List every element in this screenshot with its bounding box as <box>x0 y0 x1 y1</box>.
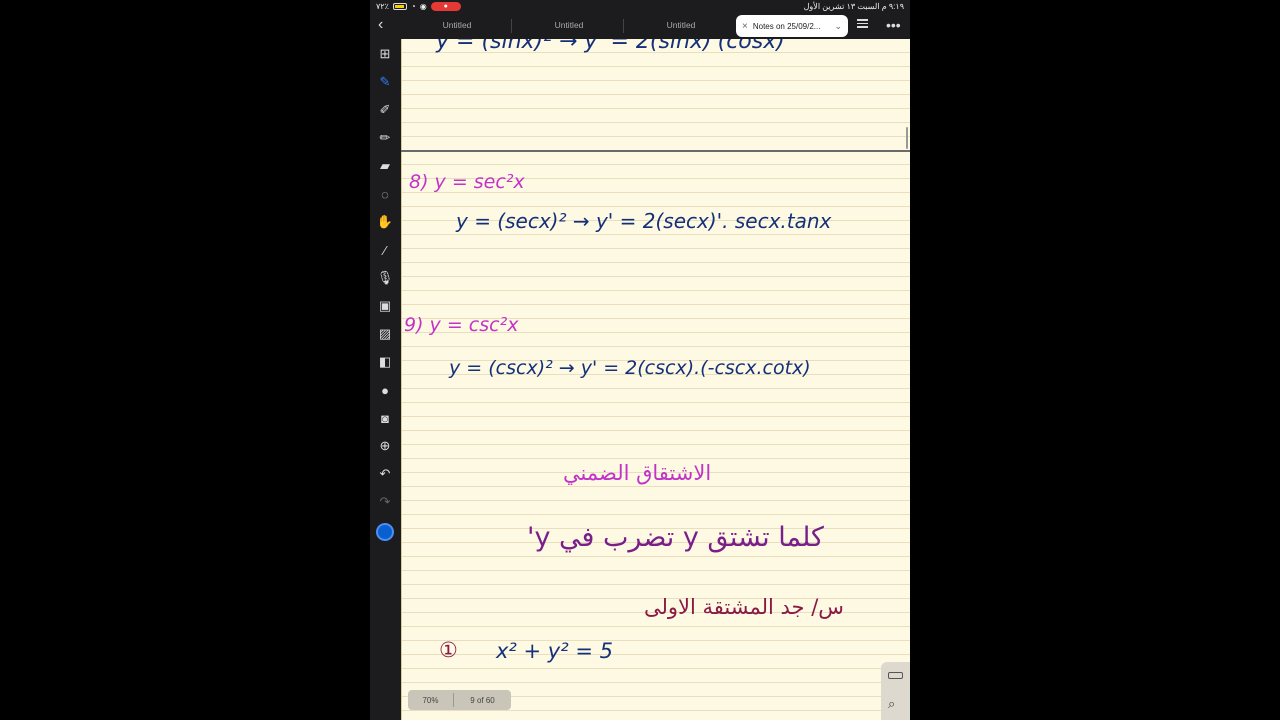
undo-icon[interactable]: ↶ <box>377 466 393 482</box>
question-text: س/ جد المشتقة الاولى <box>644 595 844 619</box>
redo-icon[interactable]: ↷ <box>377 494 393 510</box>
eraser-icon[interactable]: ▰ <box>377 158 393 174</box>
zoom-page-indicator[interactable]: 70% 9 of 60 <box>408 690 511 710</box>
page-counter: 9 of 60 <box>470 695 495 705</box>
eyedropper-icon[interactable]: ⁄ <box>377 242 393 258</box>
rule-text: كلما تشتق y تضرب في y' <box>527 522 824 553</box>
sticker-icon[interactable]: ● <box>377 382 393 398</box>
lasso-icon[interactable]: ◌ <box>377 186 393 202</box>
text-box-icon[interactable]: ▣ <box>377 298 393 314</box>
problem-8-title: 8) y = sec²x <box>409 171 525 193</box>
camera-icon[interactable]: ◙ <box>377 410 393 426</box>
pen-icon[interactable]: ✎ <box>377 74 393 90</box>
problem-9-title: 9) y = csc²x <box>404 314 519 336</box>
battery-percent: ٧٢٪ <box>376 2 389 11</box>
notes-app-window: ٧٢٪ ◔ ◉ ● ٩:١٩ م السبت ١٣ تشرين الأول ‹ … <box>370 0 910 720</box>
tab-bar: ‹ Untitled Untitled Untitled × Notes on … <box>370 13 910 39</box>
implicit-differentiation-heading: الاشتقاق الضمني <box>563 461 712 485</box>
handwriting-top-line: y = (sinx)² → y' = 2(sinx)'(cosx) <box>436 39 785 54</box>
problem-9-step: y = (cscx)² → y' = 2(cscx).(-cscx.cotx) <box>449 357 811 379</box>
wifi-icon: ◔ <box>410 2 416 11</box>
tab-untitled-3[interactable]: Untitled <box>631 20 731 30</box>
page-break <box>401 150 910 152</box>
tab-divider <box>511 19 512 33</box>
example-1-equation: x² + y² = 5 <box>496 639 613 663</box>
tool-sidebar: ⊞ ✎ ✐ ✏ ▰ ◌ ✋ ⁄ 🎙 ▣ ▨ ◧ ● ◙ ⊕ ↶ ↷ <box>370 39 401 720</box>
note-page[interactable]: y = (sinx)² → y' = 2(sinx)'(cosx) 8) y =… <box>401 39 910 720</box>
zoom-level: 70% <box>422 695 439 705</box>
scrollbar[interactable] <box>906 127 908 149</box>
problem-8-step: y = (secx)² → y' = 2(secx)'. secx.tanx <box>456 209 832 233</box>
tab-untitled-1[interactable]: Untitled <box>407 20 507 30</box>
battery-icon <box>392 3 407 10</box>
active-color-swatch[interactable] <box>376 523 394 541</box>
status-time-date: ٩:١٩ م السبت ١٣ تشرين الأول <box>803 2 904 11</box>
outline-list-icon[interactable] <box>857 19 868 29</box>
add-icon[interactable]: ⊕ <box>377 438 393 454</box>
tab-divider <box>623 19 624 33</box>
close-tab-icon[interactable]: × <box>742 21 748 32</box>
image-icon[interactable]: ▨ <box>377 326 393 342</box>
grid-icon[interactable]: ⊞ <box>377 46 393 62</box>
shapes-icon[interactable]: ◧ <box>377 354 393 370</box>
status-bar: ٧٢٪ ◔ ◉ ● ٩:١٩ م السبت ١٣ تشرين الأول <box>370 0 910 13</box>
hand-icon[interactable]: ✋ <box>377 214 393 230</box>
zoom-magnifier-icon[interactable]: ⌕ <box>888 696 895 712</box>
corner-controls: ⌕ <box>881 662 910 720</box>
highlighter-icon[interactable]: ✐ <box>377 102 393 118</box>
more-options-icon[interactable]: ••• <box>886 17 901 33</box>
page-margin <box>401 39 402 720</box>
chevron-down-icon[interactable]: ⌄ <box>834 21 842 32</box>
back-chevron-icon[interactable]: ‹ <box>378 16 383 34</box>
microphone-icon[interactable]: 🎙 <box>377 270 394 286</box>
keyboard-icon[interactable] <box>888 672 903 679</box>
active-tab-label: Notes on 25/09/2... <box>752 21 821 31</box>
screen-recording-icon[interactable]: ● <box>430 2 461 11</box>
location-icon: ◉ <box>419 2 427 11</box>
example-1-number: ① <box>439 638 458 662</box>
tab-notes-active[interactable]: × Notes on 25/09/2... ⌄ <box>736 15 848 37</box>
tab-untitled-2[interactable]: Untitled <box>519 20 619 30</box>
marker-icon[interactable]: ✏ <box>377 130 393 146</box>
